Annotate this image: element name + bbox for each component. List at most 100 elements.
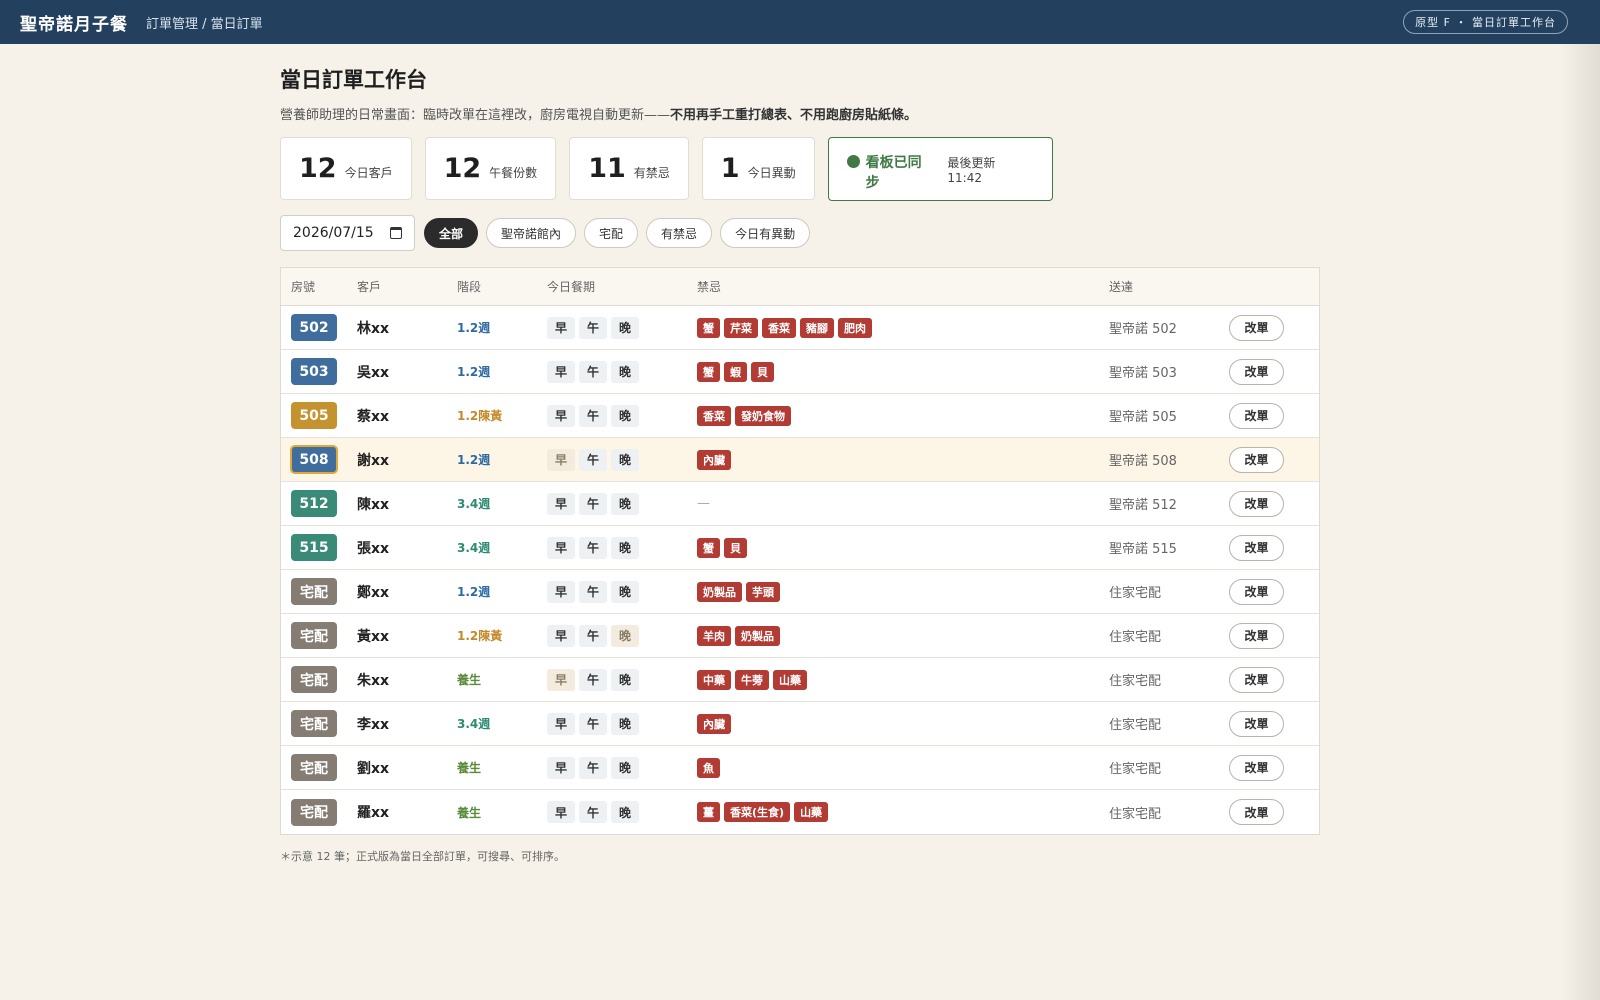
meal-toggle[interactable]: 晚 (611, 756, 639, 779)
edit-order-button[interactable]: 改單 (1229, 799, 1284, 825)
edit-order-button[interactable]: 改單 (1229, 402, 1284, 429)
col-header-stage[interactable]: 階段 (457, 278, 547, 295)
delivery-location: 住家宅配 (1109, 762, 1162, 777)
edit-order-button[interactable]: 改單 (1229, 534, 1284, 561)
edit-order-button[interactable]: 改單 (1229, 490, 1284, 517)
filter-chip-all[interactable]: 全部 (424, 218, 479, 248)
room-badge[interactable]: 505 (291, 402, 337, 429)
meal-toggle[interactable]: 午 (579, 316, 607, 339)
table-row[interactable]: 宅配 黃xx 1.2陳黃早午晚羊肉 奶製品 住家宅配 改單 (281, 614, 1319, 658)
restriction-tags: 薑香菜(生食) 山藥 (697, 802, 1109, 822)
table-row[interactable]: 515 張xx 3.4週早午晚蟹貝聖帝諾 515 改單 (281, 526, 1319, 570)
meal-toggle[interactable]: 午 (579, 536, 607, 559)
meal-toggle[interactable]: 早 (547, 712, 575, 735)
room-badge[interactable]: 宅配 (291, 798, 337, 826)
edit-order-button[interactable]: 改單 (1229, 710, 1284, 737)
meal-toggle[interactable]: 晚 (611, 404, 639, 427)
calendar-icon[interactable] (390, 227, 402, 239)
table-row[interactable]: 宅配 李xx 3.4週早午晚內臟 住家宅配 改單 (281, 702, 1319, 746)
edit-order-button[interactable]: 改單 (1229, 314, 1284, 341)
room-badge[interactable]: 宅配 (291, 666, 337, 693)
date-picker[interactable]: 2026/07/15 (280, 215, 415, 251)
meal-toggle[interactable]: 午 (579, 360, 607, 383)
delivery-location: 聖帝諾 503 (1109, 366, 1177, 381)
meal-toggle[interactable]: 早 (547, 536, 575, 559)
meal-toggle[interactable]: 午 (579, 404, 607, 427)
meal-toggle[interactable]: 晚 (611, 712, 639, 735)
table-row[interactable]: 512 陳xx 3.4週早午晚 — 聖帝諾 512 改單 (281, 482, 1319, 526)
table-row[interactable]: 508 謝xx 1.2週早午晚內臟 聖帝諾 508 改單 (281, 438, 1319, 482)
col-header-client[interactable]: 客戶 (357, 278, 457, 295)
room-badge[interactable]: 宅配 (291, 622, 337, 649)
table-row[interactable]: 宅配 劉xx 養生早午晚魚住家宅配 改單 (281, 746, 1319, 790)
edit-order-button[interactable]: 改單 (1229, 358, 1284, 385)
meal-toggle[interactable]: 晚 (611, 448, 639, 471)
meal-toggle[interactable]: 早 (547, 580, 575, 603)
meal-toggle[interactable]: 早 (547, 668, 575, 691)
room-badge[interactable]: 宅配 (291, 754, 337, 781)
room-cell: 502 (281, 314, 357, 341)
meal-toggle[interactable]: 早 (547, 801, 575, 823)
meal-toggle[interactable]: 早 (547, 360, 575, 383)
table-row[interactable]: 502 林xx 1.2週早午晚蟹芹菜 香菜 豬腳 肥肉 聖帝諾 502 改單 (281, 306, 1319, 350)
edit-order-button[interactable]: 改單 (1229, 666, 1284, 693)
edit-order-button[interactable]: 改單 (1229, 622, 1284, 649)
page-title: 當日訂單工作台 (280, 67, 427, 92)
edit-order-button[interactable]: 改單 (1229, 578, 1284, 605)
meal-toggle[interactable]: 晚 (611, 801, 639, 823)
col-header-meals[interactable]: 今日餐期 (547, 278, 697, 295)
brand-logo-text[interactable]: 聖帝諾月子餐 (20, 10, 128, 35)
filter-chip-delivery[interactable]: 宅配 (584, 218, 639, 248)
table-row[interactable]: 宅配 鄭xx 1.2週早午晚奶製品 芋頭 住家宅配 改單 (281, 570, 1319, 614)
stat-label: 午餐份數 (489, 166, 538, 180)
meal-toggle[interactable]: 午 (579, 448, 607, 471)
table-row[interactable]: 宅配 朱xx 養生早午晚中藥 牛蒡 山藥 住家宅配 改單 (281, 658, 1319, 702)
delivery-location: 住家宅配 (1109, 806, 1162, 822)
col-header-room[interactable]: 房號 (281, 278, 357, 295)
action-cell: 改單 (1229, 314, 1309, 341)
edit-order-button[interactable]: 改單 (1229, 754, 1284, 781)
col-header-restrictions[interactable]: 禁忌 (697, 278, 1109, 295)
filter-chip-changed-today[interactable]: 今日有異動 (720, 218, 811, 248)
meal-toggles: 早午晚 (547, 536, 697, 559)
filter-chip-restrictions[interactable]: 有禁忌 (646, 218, 713, 248)
col-header-delivery[interactable]: 送達 (1109, 278, 1229, 295)
meal-toggle[interactable]: 晚 (611, 536, 639, 559)
meal-toggle[interactable]: 早 (547, 624, 575, 647)
meal-toggle[interactable]: 午 (579, 624, 607, 647)
table-row[interactable]: 505 蔡xx 1.2陳黃早午晚香菜 發奶食物 聖帝諾 505 改單 (281, 394, 1319, 438)
restriction-tags: 蟹蝦貝 (697, 361, 1109, 382)
meal-toggle[interactable]: 晚 (611, 580, 639, 603)
room-badge[interactable]: 512 (291, 490, 337, 517)
meal-toggle[interactable]: 午 (579, 492, 607, 515)
meal-toggle[interactable]: 早 (547, 448, 575, 471)
room-badge[interactable]: 502 (291, 314, 337, 341)
room-cell: 宅配 (281, 710, 357, 737)
room-badge[interactable]: 宅配 (291, 578, 337, 605)
edit-order-button[interactable]: 改單 (1229, 446, 1284, 473)
room-badge[interactable]: 宅配 (291, 710, 337, 737)
table-row[interactable]: 宅配 羅xx 養生早午晚薑香菜(生食) 山藥 住家宅配 改單 (281, 790, 1319, 834)
meal-toggle[interactable]: 午 (579, 801, 607, 823)
main-content: 當日訂單工作台 營養師助理的日常畫面：臨時改單在這裡改，廚房電視自動更新——不用… (280, 64, 1320, 864)
meal-toggle[interactable]: 早 (547, 492, 575, 515)
meal-toggle[interactable]: 晚 (611, 668, 639, 691)
meal-toggles: 早午晚 (547, 580, 697, 603)
meal-toggle[interactable]: 午 (579, 668, 607, 691)
meal-toggle[interactable]: 晚 (611, 360, 639, 383)
table-row[interactable]: 503 吳xx 1.2週早午晚蟹蝦貝聖帝諾 503 改單 (281, 350, 1319, 394)
meal-toggle[interactable]: 午 (579, 712, 607, 735)
meal-toggle[interactable]: 晚 (611, 316, 639, 339)
meal-toggle[interactable]: 早 (547, 404, 575, 427)
meal-toggle[interactable]: 午 (579, 756, 607, 779)
meal-toggle[interactable]: 晚 (611, 492, 639, 515)
room-badge[interactable]: 508 (290, 445, 338, 474)
meal-toggle[interactable]: 早 (547, 756, 575, 779)
room-badge[interactable]: 503 (291, 358, 337, 385)
meal-toggle[interactable]: 午 (579, 580, 607, 603)
filter-chip-in-house[interactable]: 聖帝諾館內 (486, 218, 577, 248)
meal-toggle[interactable]: 晚 (611, 624, 639, 647)
room-badge[interactable]: 515 (291, 534, 337, 561)
client-name: 蔡xx (357, 408, 390, 425)
meal-toggle[interactable]: 早 (547, 316, 575, 339)
